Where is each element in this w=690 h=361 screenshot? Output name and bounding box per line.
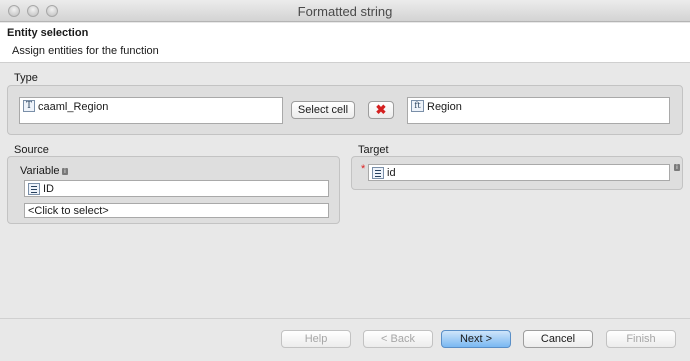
window-title: Formatted string <box>297 4 393 19</box>
select-cell-button[interactable]: Select cell <box>291 101 355 119</box>
list-icon <box>28 183 40 195</box>
source-group-label: Source <box>14 144 49 156</box>
required-marker: * <box>361 163 366 175</box>
target-value: id <box>387 167 396 179</box>
info-icon[interactable]: i <box>62 168 68 175</box>
title-bar: Formatted string <box>0 0 690 22</box>
source-type-field[interactable]: T caaml_Region <box>19 97 283 124</box>
type-icon: T <box>23 100 35 112</box>
target-field[interactable]: id <box>368 164 670 181</box>
page-subtitle: Assign entities for the function <box>12 45 159 57</box>
footer-divider <box>0 318 690 319</box>
remove-icon[interactable]: ✖ <box>368 101 394 119</box>
finish-button[interactable]: Finish <box>606 330 676 348</box>
target-type-field[interactable]: ft Region <box>407 97 670 124</box>
click-to-select-text: <Click to select> <box>28 205 109 217</box>
feature-type-icon: ft <box>411 100 424 112</box>
help-button[interactable]: Help <box>281 330 351 348</box>
type-group-label: Type <box>14 72 38 84</box>
variable-label: Variable <box>20 165 60 177</box>
wizard-header: Entity selection Assign entities for the… <box>0 23 690 63</box>
variable-value: ID <box>43 183 54 195</box>
back-button[interactable]: < Back <box>363 330 433 348</box>
source-type-value: caaml_Region <box>38 101 109 113</box>
target-type-value: Region <box>427 101 462 113</box>
cancel-button[interactable]: Cancel <box>523 330 593 348</box>
info-icon[interactable]: i <box>674 164 680 171</box>
target-group-label: Target <box>358 144 389 156</box>
variable-field[interactable]: ID <box>24 180 329 197</box>
next-button[interactable]: Next > <box>441 330 511 348</box>
page-title: Entity selection <box>7 27 89 39</box>
list-icon <box>372 167 384 179</box>
click-to-select-field[interactable]: <Click to select> <box>24 203 329 218</box>
